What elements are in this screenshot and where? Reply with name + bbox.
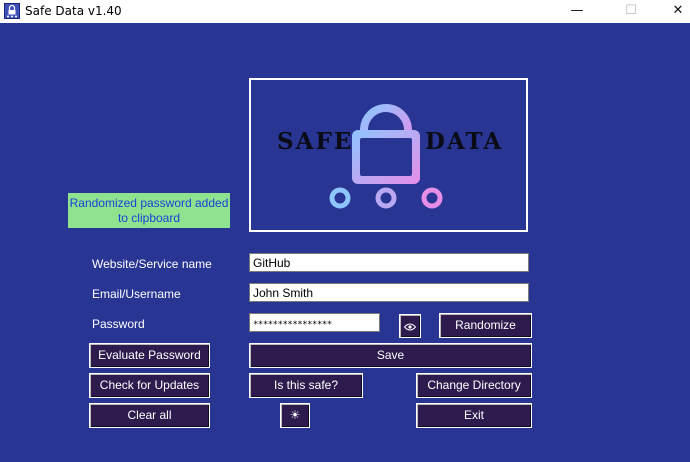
- close-button[interactable]: ✕: [655, 0, 690, 23]
- email-label: Email/Username: [92, 287, 181, 301]
- website-label: Website/Service name: [92, 257, 212, 271]
- clear-all-button[interactable]: Clear all: [89, 403, 210, 428]
- app-icon: [4, 3, 20, 19]
- exit-button[interactable]: Exit: [416, 403, 532, 428]
- title-bar: Safe Data v1.40 — ☐ ✕: [0, 0, 690, 23]
- password-label: Password: [92, 317, 145, 331]
- maximize-button[interactable]: ☐: [608, 0, 654, 23]
- padlock-network-icon: [329, 104, 443, 209]
- clipboard-notice: Randomized password added to clipboard: [68, 193, 230, 228]
- is-this-safe-button[interactable]: Is this safe?: [249, 373, 363, 398]
- eye-icon: [403, 323, 417, 331]
- save-button[interactable]: Save: [249, 343, 532, 368]
- email-input[interactable]: [249, 283, 529, 302]
- minimize-button[interactable]: —: [554, 0, 600, 23]
- logo-word-data: DATA: [425, 128, 504, 155]
- logo: SAFE DATA: [249, 78, 528, 232]
- randomize-button[interactable]: Randomize: [439, 313, 532, 338]
- check-updates-button[interactable]: Check for Updates: [89, 373, 210, 398]
- change-directory-button[interactable]: Change Directory: [416, 373, 532, 398]
- evaluate-password-button[interactable]: Evaluate Password: [89, 343, 210, 368]
- password-input[interactable]: [249, 313, 380, 332]
- window-title: Safe Data v1.40: [25, 4, 122, 18]
- show-password-button[interactable]: [399, 314, 421, 338]
- theme-toggle-button[interactable]: ☀: [280, 403, 310, 428]
- sun-icon: ☀: [289, 408, 301, 422]
- website-input[interactable]: [249, 253, 529, 272]
